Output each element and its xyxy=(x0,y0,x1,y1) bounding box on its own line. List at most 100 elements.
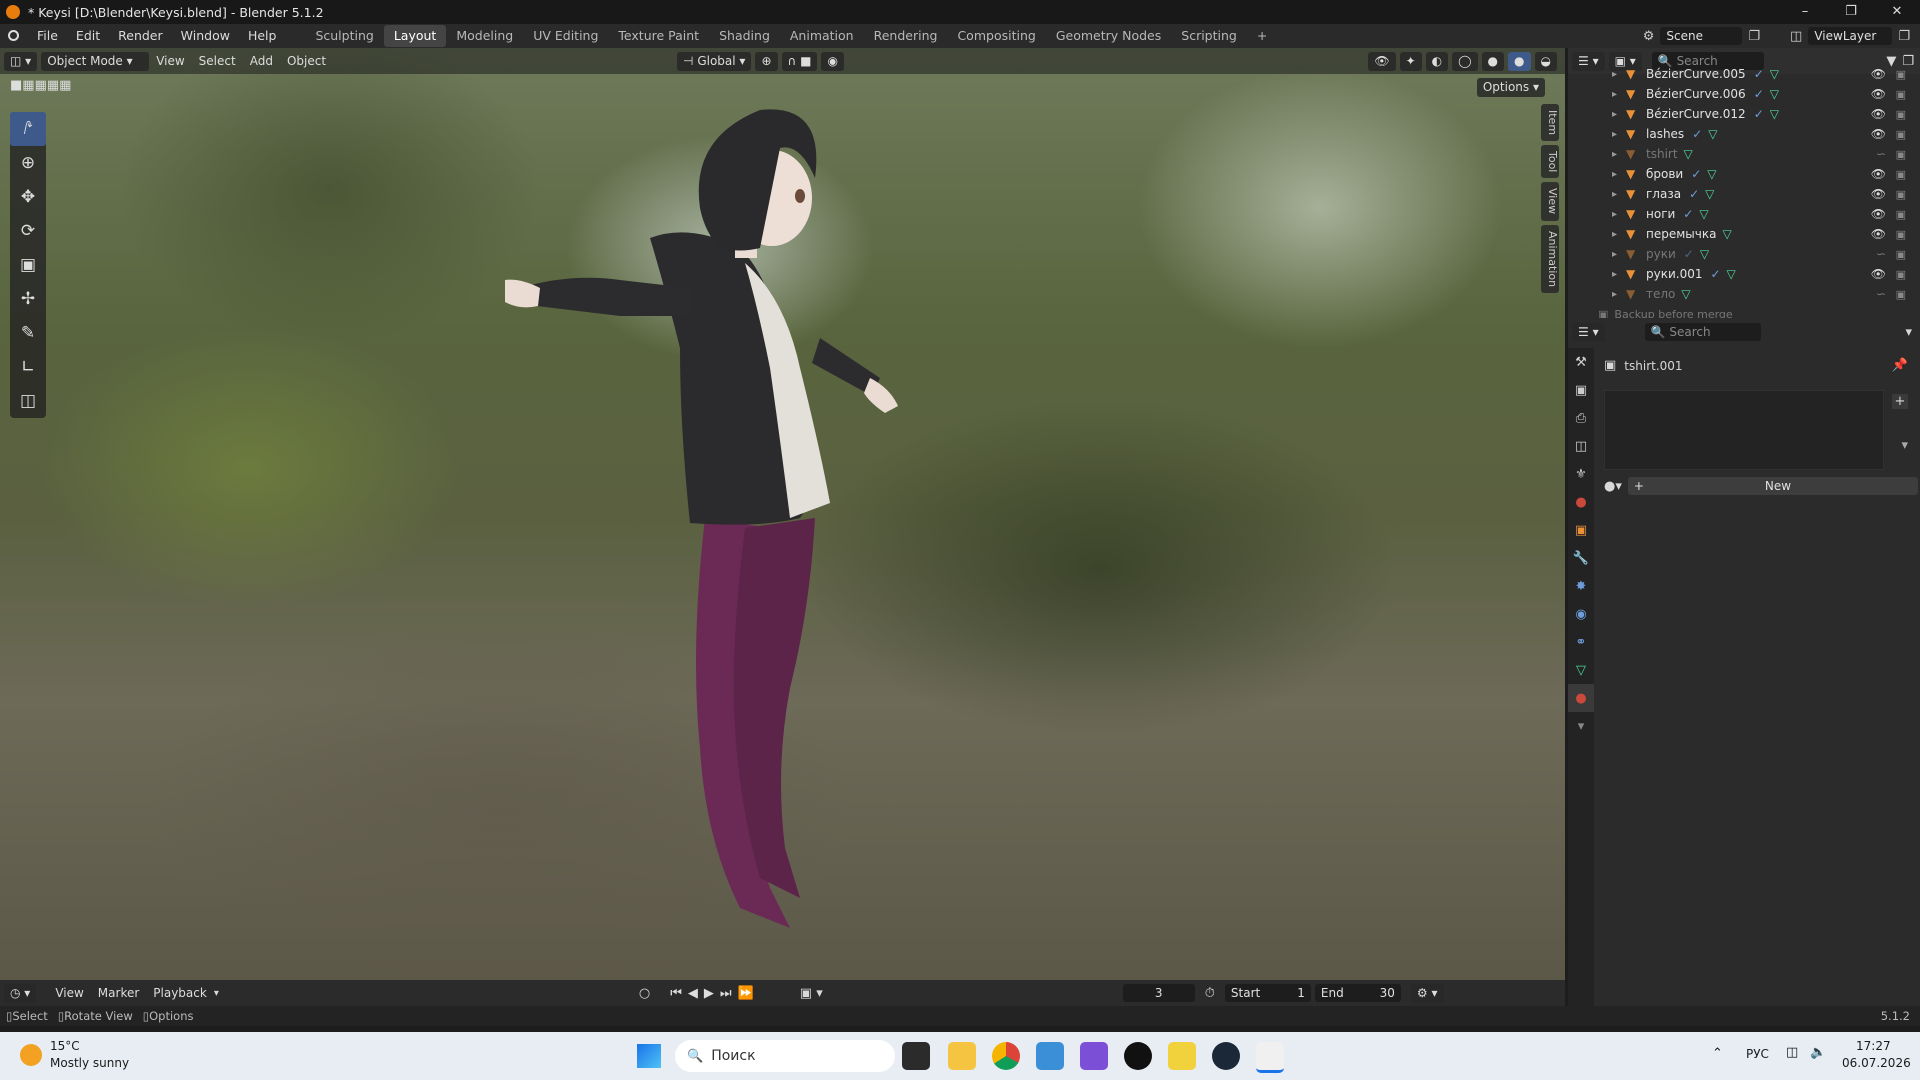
eye-icon[interactable]: 👁 xyxy=(1871,107,1886,121)
taskbar-search[interactable]: 🔍 Поиск xyxy=(675,1040,895,1072)
file-explorer-icon[interactable] xyxy=(948,1042,976,1070)
viewport-menu-object[interactable]: Object xyxy=(280,54,333,68)
render-icon[interactable]: ▣ xyxy=(1896,128,1906,141)
task-view-icon[interactable] xyxy=(902,1042,930,1070)
network-icon[interactable]: ◫ xyxy=(1786,1045,1798,1060)
eye-icon[interactable]: 👁 xyxy=(1871,267,1886,281)
outliner-item[interactable]: ▸ ▼ BézierCurve.005 ✓ ▽ 👁 ▣ xyxy=(1568,64,1920,84)
outliner-item[interactable]: ▸ ▼ тело ▽ ∽ ▣ xyxy=(1568,284,1920,304)
modifier-props-icon[interactable]: 🔧 xyxy=(1568,544,1594,572)
start-button-icon[interactable] xyxy=(637,1044,661,1068)
sync-icon[interactable]: ⚙ ▾ xyxy=(1410,983,1444,1003)
shading-solid-icon[interactable]: ● xyxy=(1481,51,1505,71)
pivot-icon[interactable]: ⊕ xyxy=(755,51,778,71)
select-mode-icons[interactable]: ■▦▦▦▦ xyxy=(10,78,71,93)
render-icon[interactable]: ▣ xyxy=(1896,268,1906,281)
tab-view[interactable]: View xyxy=(1541,182,1559,221)
eye-hidden-icon[interactable]: ∽ xyxy=(1876,147,1886,161)
visual-studio-icon[interactable] xyxy=(1080,1042,1108,1070)
maximize-button[interactable]: ❐ xyxy=(1828,0,1874,24)
render-icon[interactable]: ▣ xyxy=(1896,168,1906,181)
playback-controls[interactable]: ⏮◀▶⏭⏩ xyxy=(670,986,760,1001)
properties-search-input[interactable]: 🔍 Search xyxy=(1644,323,1761,341)
tab-geometry-nodes[interactable]: Geometry Nodes xyxy=(1046,25,1171,47)
mode-dropdown[interactable]: Object Mode ▾ xyxy=(41,51,150,71)
timeline-menu-view[interactable]: View xyxy=(48,986,90,1000)
outliner-item[interactable]: ▸ ▼ брови ✓ ▽ 👁 ▣ xyxy=(1568,164,1920,184)
new-viewlayer-icon[interactable]: ❐ xyxy=(1898,29,1910,44)
keying-icon[interactable]: ▣ ▾ xyxy=(800,986,823,1001)
menu-window[interactable]: Window xyxy=(172,24,239,48)
timeline-editor-icon[interactable]: ◷ ▾ xyxy=(4,983,37,1003)
new-material-button[interactable]: + New xyxy=(1627,477,1918,495)
render-icon[interactable]: ▣ xyxy=(1896,148,1906,161)
cursor-icon[interactable]: ⊕ xyxy=(10,146,46,180)
volume-icon[interactable]: 🔈 xyxy=(1810,1045,1826,1060)
eye-hidden-icon[interactable]: ∽ xyxy=(1876,287,1886,301)
start-frame-field[interactable]: Start 1 xyxy=(1224,984,1311,1002)
tab-scripting[interactable]: Scripting xyxy=(1171,25,1247,47)
outliner-item[interactable]: ▸ ▼ перемычка ▽ 👁 ▣ xyxy=(1568,224,1920,244)
outliner-item[interactable]: ▸ ▼ tshirt ▽ ∽ ▣ xyxy=(1568,144,1920,164)
physics-props-icon[interactable]: ◉ xyxy=(1568,600,1594,628)
render-icon[interactable]: ▣ xyxy=(1896,228,1906,241)
outliner-item[interactable]: ▸ ▼ lashes ✓ ▽ 👁 ▣ xyxy=(1568,124,1920,144)
eye-icon[interactable]: 👁 xyxy=(1871,187,1886,201)
scale-icon[interactable]: ▣ xyxy=(10,248,46,282)
render-icon[interactable]: ▣ xyxy=(1896,88,1906,101)
control-panel-icon[interactable] xyxy=(1036,1042,1064,1070)
render-props-icon[interactable]: ▣ xyxy=(1568,376,1594,404)
clock-time[interactable]: 17:27 xyxy=(1856,1039,1891,1053)
editor-type-button[interactable]: ◫ ▾ xyxy=(4,51,38,71)
tab-tool[interactable]: Tool xyxy=(1541,145,1559,179)
constraints-props-icon[interactable]: ⚭ xyxy=(1568,628,1594,656)
viewlayer-field[interactable]: ViewLayer xyxy=(1808,27,1893,45)
tab-modeling[interactable]: Modeling xyxy=(446,25,523,47)
tab-animation-side[interactable]: Animation xyxy=(1541,224,1559,293)
menu-file[interactable]: File xyxy=(28,24,67,48)
outliner-item[interactable]: ▸ ▼ руки ✓ ▽ ∽ ▣ xyxy=(1568,244,1920,264)
close-button[interactable]: ✕ xyxy=(1874,0,1920,24)
viewport-menu-view[interactable]: View xyxy=(149,54,191,68)
measure-icon[interactable]: ∟ xyxy=(10,350,46,384)
tab-shading[interactable]: Shading xyxy=(709,25,780,47)
material-props-icon[interactable]: ● xyxy=(1568,684,1594,712)
visibility-icon[interactable]: 👁 xyxy=(1368,51,1396,71)
outliner-collection[interactable]: ▣ Backup before merge xyxy=(1568,304,1920,319)
snap-icon[interactable]: ∩ ■ xyxy=(781,51,818,71)
outliner-item[interactable]: ▸ ▼ руки.001 ✓ ▽ 👁 ▣ xyxy=(1568,264,1920,284)
transform-orientation-dropdown[interactable]: ⊣ Global ▾ xyxy=(677,51,752,71)
properties-editor-icon[interactable]: ☰ ▾ xyxy=(1572,322,1605,342)
expand-tabs-icon[interactable]: ▾ xyxy=(1568,712,1594,740)
transform-icon[interactable]: ✢ xyxy=(10,282,46,316)
render-icon[interactable]: ▣ xyxy=(1896,68,1906,81)
world-props-icon[interactable]: ● xyxy=(1568,488,1594,516)
proportional-edit-icon[interactable]: ◉ xyxy=(821,51,844,71)
blender-taskbar-icon[interactable] xyxy=(1256,1042,1284,1073)
playback-chevron-icon[interactable]: ▾ xyxy=(214,988,219,999)
eye-icon[interactable]: 👁 xyxy=(1871,207,1886,221)
tool-props-icon[interactable]: ⚒ xyxy=(1568,348,1594,376)
minimize-button[interactable]: – xyxy=(1782,0,1828,24)
view-layer-props-icon[interactable]: ◫ xyxy=(1568,432,1594,460)
select-box-icon[interactable]: ⭚ xyxy=(10,112,46,146)
options-dropdown[interactable]: Options ▾ xyxy=(1476,78,1545,97)
tab-compositing[interactable]: Compositing xyxy=(947,25,1045,47)
outliner-item[interactable]: ▸ ▼ ноги ✓ ▽ 👁 ▣ xyxy=(1568,204,1920,224)
render-icon[interactable]: ▣ xyxy=(1896,208,1906,221)
add-slot-button[interactable]: + xyxy=(1892,394,1908,409)
shading-wireframe-icon[interactable]: ◯ xyxy=(1452,51,1478,71)
material-slots-list[interactable] xyxy=(1604,390,1884,470)
shading-rendered-icon[interactable]: ◒ xyxy=(1534,51,1557,71)
viewport-menu-select[interactable]: Select xyxy=(192,54,243,68)
object-props-icon[interactable]: ▣ xyxy=(1568,516,1594,544)
weather-icon[interactable] xyxy=(20,1044,42,1066)
tab-rendering[interactable]: Rendering xyxy=(864,25,948,47)
outliner-item[interactable]: ▸ ▼ BézierCurve.006 ✓ ▽ 👁 ▣ xyxy=(1568,84,1920,104)
render-icon[interactable]: ▣ xyxy=(1896,248,1906,261)
add-workspace-icon[interactable]: + xyxy=(1247,25,1277,47)
eye-icon[interactable]: 👁 xyxy=(1871,167,1886,181)
tray-chevron-icon[interactable]: ⌃ xyxy=(1712,1046,1723,1061)
output-props-icon[interactable]: ⎙ xyxy=(1568,404,1594,432)
material-browse-icon[interactable]: ●▾ xyxy=(1604,479,1622,494)
